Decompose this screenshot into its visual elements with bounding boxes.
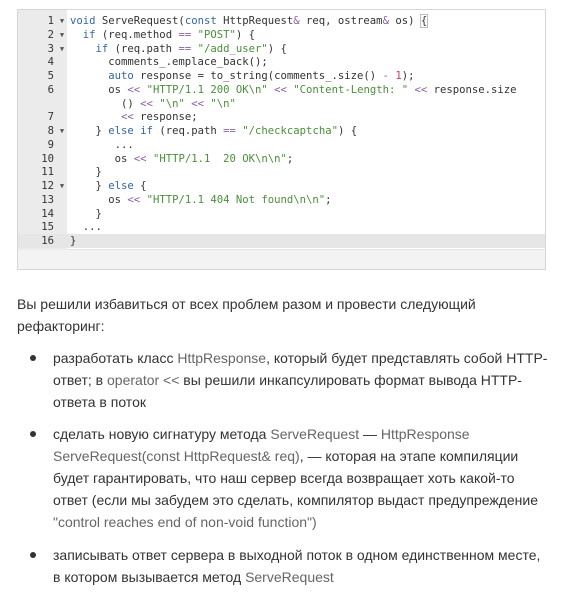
fold-arrow-icon[interactable]: ▼ <box>57 124 67 138</box>
code-text: ... <box>70 138 134 151</box>
line-number: 14 <box>41 207 54 220</box>
code-text: () << "\n" << "\n" <box>70 97 236 110</box>
bullet-text: записывать ответ сервера в выходной пото… <box>53 544 552 588</box>
code-line: 6 os << "HTTP/1.1 200 OK\n" << "Content-… <box>18 83 545 97</box>
code-line: 7 << response; <box>18 110 545 124</box>
inline-code: HttpResponse <box>177 350 267 366</box>
inline-code: "control reaches end of non-void functio… <box>53 514 317 530</box>
text-segment: вы решили инкапсулировать формат вывода … <box>179 372 522 388</box>
text-segment: будет гарантировать, что наш сервер всег… <box>53 470 515 486</box>
code-editor[interactable]: 1 ▼ void ServeRequest(const HttpRequest& r… <box>17 9 546 270</box>
fold-arrow-icon[interactable]: ▼ <box>57 179 67 193</box>
code-line: 3 ▼ if (req.path == "/add_user") { <box>18 42 545 56</box>
bullet-dot-icon <box>30 355 36 361</box>
code-line: 15 ... <box>18 220 545 234</box>
code-line: 1 ▼ void ServeRequest(const HttpRequest& r… <box>18 14 545 28</box>
fold-arrow-icon[interactable]: ▼ <box>57 42 67 56</box>
code-line: 4 comments_.emplace_back(); <box>18 55 545 69</box>
code-text: comments_.emplace_back(); <box>70 56 268 69</box>
code-text: os << "HTTP/1.1 20 OK\n\n"; <box>70 152 294 165</box>
code-line: 13 os << "HTTP/1.1 404 Not found\n\n"; <box>18 193 545 207</box>
line-number: 9 <box>47 138 54 151</box>
inline-code: ServeRequest(const HttpRequest& req) <box>53 448 300 464</box>
line-number: 11 <box>41 166 54 179</box>
code-line: 9 ... <box>18 138 545 152</box>
bullet-dot-icon <box>30 431 36 437</box>
intro-line-1: Вы решили избавиться от всех проблем раз… <box>17 296 476 312</box>
line-number: 10 <box>41 152 54 165</box>
code-text: auto response = to_string(comments_.size… <box>108 70 415 82</box>
code-text: if (req.method == "POST") { <box>82 28 256 41</box>
line-number: 7 <box>47 111 54 124</box>
code-text: if (req.path == "/add_user") { <box>95 42 287 55</box>
code-text: } <box>70 166 102 179</box>
code-text: } else if (req.path == "/checkcaptcha") … <box>70 125 358 137</box>
text-segment: записывать ответ сервера в выходной пото… <box>53 547 541 563</box>
code-line: 2 ▼ if (req.method == "POST") { <box>18 28 545 42</box>
line-number: 1 <box>47 15 54 27</box>
code-text: os << "HTTP/1.1 404 Not found\n\n"; <box>70 193 332 206</box>
bullet-text: разработать класс HttpResponse, который … <box>53 347 552 413</box>
line-number: 15 <box>41 221 54 234</box>
code-text: << response; <box>121 111 198 124</box>
text-segment: , — которая на этапе компиляции <box>299 448 519 464</box>
line-number: 8 <box>47 125 54 137</box>
inline-code: ServeRequest <box>245 569 334 585</box>
text-segment: — <box>359 426 381 442</box>
code-text: } else { <box>70 180 147 192</box>
line-number: 5 <box>47 70 54 82</box>
text-segment: в котором вызывается метод <box>53 569 246 585</box>
code-line: () << "\n" << "\n" <box>18 97 545 111</box>
line-number: 12 <box>41 180 54 192</box>
code-text: void ServeRequest(const HttpRequest& req… <box>70 14 429 28</box>
code-line: 12 ▼ } else { <box>18 179 545 193</box>
text-segment: , который будет представлять собой HTTP- <box>266 350 548 366</box>
code-text: } <box>70 207 102 220</box>
code-text: os << "HTTP/1.1 200 OK\n" << "Content-Le… <box>70 83 517 96</box>
code-area[interactable]: 1 ▼ void ServeRequest(const HttpRequest& r… <box>18 10 545 250</box>
line-number: 16 <box>41 235 54 247</box>
intro-paragraph: Вы решили избавиться от всех проблем раз… <box>17 293 537 337</box>
fold-arrow-icon[interactable]: ▼ <box>57 28 67 42</box>
inline-code: ServeRequest <box>270 426 360 442</box>
line-number: 2 <box>47 28 54 41</box>
code-line: 10 os << "HTTP/1.1 20 OK\n\n"; <box>18 152 545 166</box>
bullet-dot-icon <box>30 552 36 558</box>
bullet-text: сделать новую сигнатуру метода ServeRequ… <box>53 423 552 533</box>
code-line: 5 auto response = to_string(comments_.si… <box>18 69 545 83</box>
line-number: 6 <box>47 83 54 96</box>
text-segment: сделать новую сигнатуру метода <box>53 426 271 442</box>
code-text: } <box>70 235 77 247</box>
text-segment: ответ; в <box>53 372 108 388</box>
inline-code: HttpResponse <box>380 426 470 442</box>
line-number: 3 <box>47 42 54 55</box>
code-text: ... <box>70 221 102 234</box>
code-line: 11 } <box>18 165 545 179</box>
code-line: 16} <box>18 234 545 248</box>
text-segment: разработать класс <box>53 350 178 366</box>
line-number: 4 <box>47 56 54 69</box>
code-line: 14 } <box>18 207 545 221</box>
line-number: 13 <box>41 193 54 206</box>
code-line: 8 ▼ } else if (req.path == "/checkcaptcha… <box>18 124 545 138</box>
text-segment: ответа в поток <box>53 394 146 410</box>
fold-arrow-icon[interactable]: ▼ <box>57 14 67 28</box>
intro-line-2: рефакторинг: <box>17 318 105 334</box>
inline-code: operator << <box>107 372 180 388</box>
text-segment: ответ (если мы забудем это сделать, комп… <box>53 492 538 508</box>
